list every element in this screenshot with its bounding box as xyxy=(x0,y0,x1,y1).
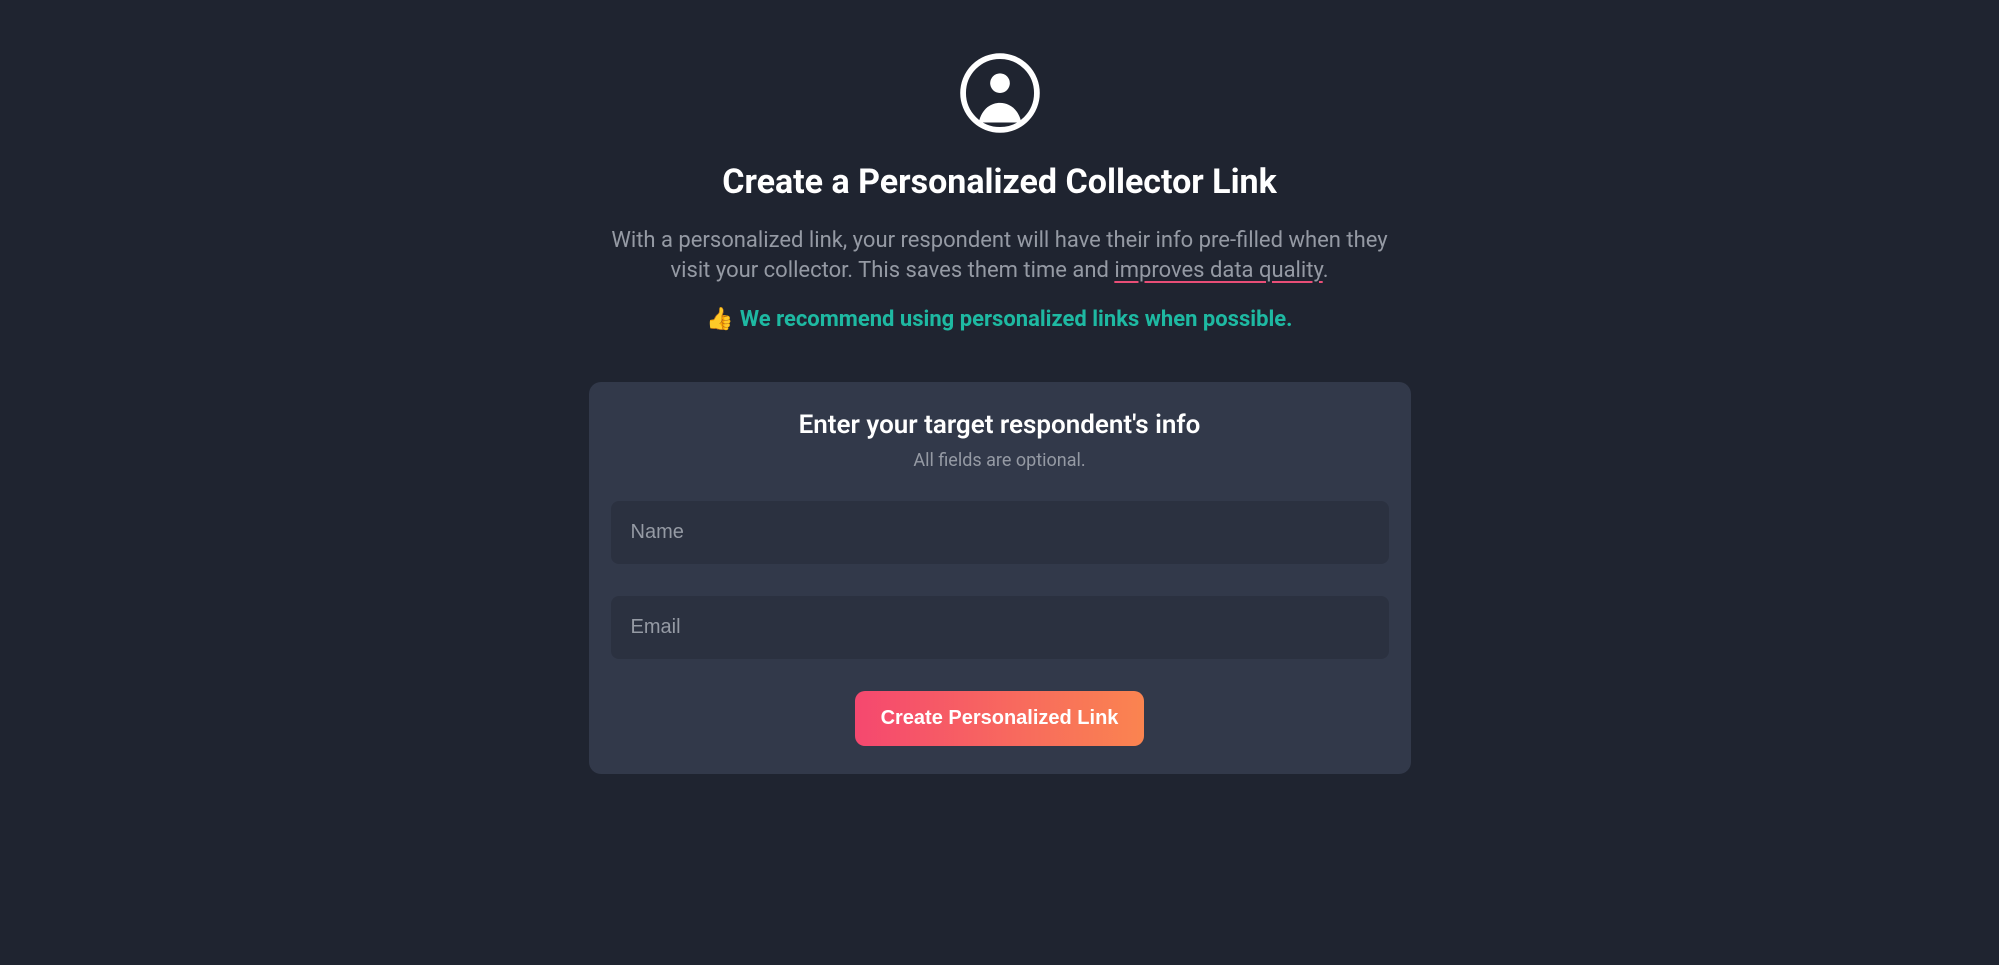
form-card: Enter your target respondent's info All … xyxy=(589,382,1411,774)
user-circle-icon xyxy=(959,52,1041,134)
page-title: Create a Personalized Collector Link xyxy=(722,162,1277,202)
name-field[interactable] xyxy=(611,501,1389,564)
description-underlined: improves data quality xyxy=(1114,258,1322,283)
email-field[interactable] xyxy=(611,596,1389,659)
description-text: With a personalized link, your responden… xyxy=(580,226,1420,285)
description-suffix: . xyxy=(1323,258,1329,283)
recommend-label: We recommend using personalized links wh… xyxy=(740,307,1293,332)
form-subtitle: All fields are optional. xyxy=(913,450,1085,471)
thumbs-up-icon: 👍 xyxy=(706,307,733,332)
form-title: Enter your target respondent's info xyxy=(799,410,1201,440)
recommendation-text: 👍 We recommend using personalized links w… xyxy=(706,307,1292,332)
create-link-button[interactable]: Create Personalized Link xyxy=(855,691,1145,746)
main-content: Create a Personalized Collector Link Wit… xyxy=(580,52,1420,774)
